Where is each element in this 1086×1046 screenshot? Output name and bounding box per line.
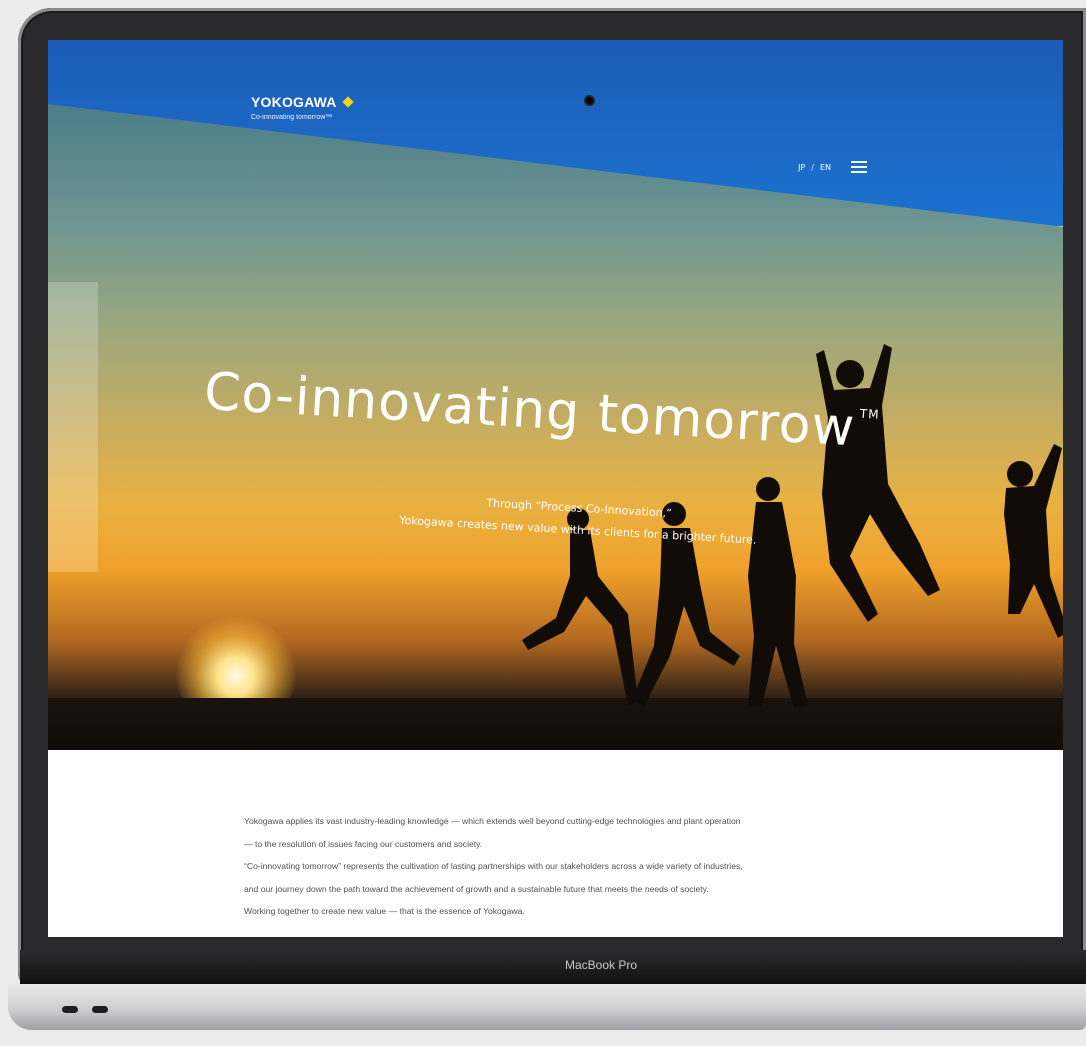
intro-line-4: and our journey down the path toward the…	[244, 883, 709, 894]
logo-tagline: Co-innovating tomorrow™	[251, 114, 333, 121]
lang-separator: /	[811, 162, 814, 172]
lang-en-link[interactable]: EN	[820, 163, 831, 172]
camera-icon	[586, 97, 593, 104]
intro-line-2: — to the resolution of issues facing our…	[244, 838, 483, 849]
browser-screen: YOKOGAWA Co-innovating tomorrow™ JP / EN	[48, 40, 1063, 937]
glare-overlay	[48, 282, 98, 572]
usb-c-port-icon	[62, 1006, 78, 1013]
intro-line-1: Yokogawa applies its vast industry-leadi…	[244, 816, 741, 826]
logo-diamond-icon	[341, 96, 354, 108]
device-brand-label: MacBook Pro	[565, 958, 638, 972]
laptop-base	[8, 984, 1086, 1030]
intro-line-3: “Co-innovating tomorrow” represents the …	[244, 861, 743, 872]
laptop-bezel-bottom	[20, 950, 1086, 984]
trademark-mark: TM	[859, 406, 880, 422]
lang-jp-link[interactable]: JP	[798, 163, 805, 172]
site-logo[interactable]: YOKOGAWA Co-innovating tomorrow™	[251, 92, 354, 121]
intro-line-5: Working together to create new value — t…	[244, 906, 525, 917]
logo-wordmark: YOKOGAWA	[251, 94, 337, 110]
intro-section: Yokogawa applies its vast industry-leadi…	[48, 755, 1063, 937]
usb-c-port-icon	[92, 1006, 108, 1013]
header-nav: JP / EN	[798, 161, 867, 173]
intro-text: Yokogawa applies its vast industry-leadi…	[244, 810, 884, 923]
hamburger-menu-icon[interactable]	[851, 161, 867, 173]
